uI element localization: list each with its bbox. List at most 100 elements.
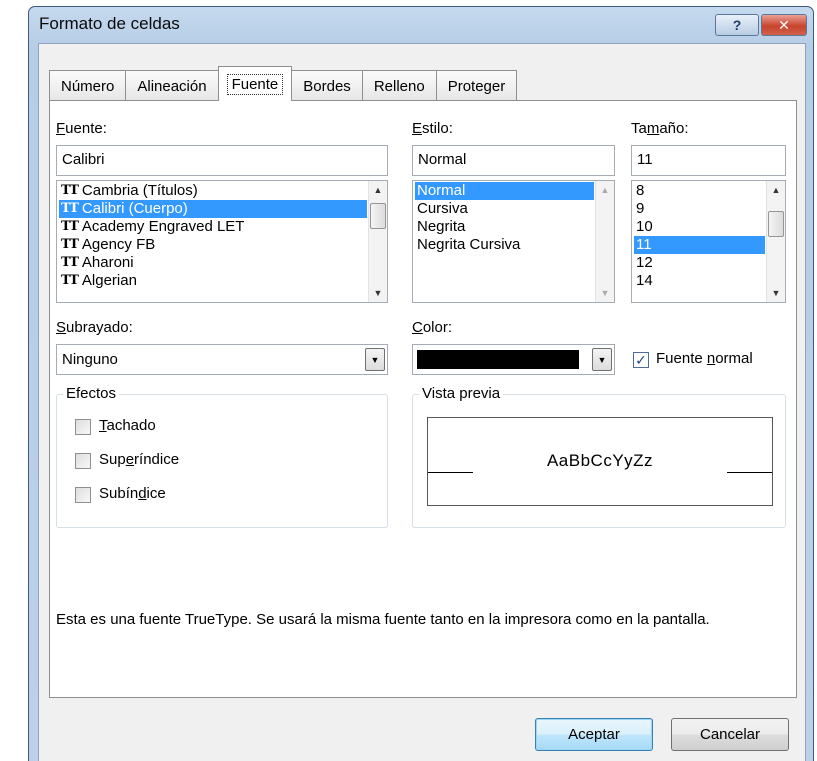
list-item[interactable]: TT Academy Engraved LET: [59, 218, 367, 236]
font-list[interactable]: TT Cambria (Títulos) TT Calibri (Cuerpo) TT A…: [56, 180, 388, 303]
truetype-icon: TT: [61, 201, 79, 216]
subscript-checkbox[interactable]: [75, 487, 91, 503]
scroll-down-icon[interactable]: ▼: [596, 284, 614, 302]
tab-label: Número: [61, 77, 115, 95]
list-item-label: Aharoni: [81, 254, 134, 271]
tab-label: Alineación: [137, 77, 207, 95]
list-item[interactable]: 12: [634, 254, 765, 272]
truetype-icon: TT: [61, 255, 79, 270]
checkmark-icon: ✓: [635, 351, 647, 368]
list-item[interactable]: TT Agency FB: [59, 236, 367, 254]
list-item[interactable]: TT Aharoni: [59, 254, 367, 272]
font-list-scrollbar[interactable]: ▲ ▼: [368, 181, 387, 302]
list-item[interactable]: 14: [634, 272, 765, 290]
style-label: Estilo:: [412, 120, 453, 137]
cancel-button[interactable]: Cancelar: [671, 718, 789, 751]
preview-sample: AaBbCcYyZz: [546, 451, 654, 470]
normal-font-checkbox[interactable]: ✓: [633, 352, 649, 368]
effects-legend: Efectos: [63, 385, 120, 402]
truetype-icon: TT: [61, 219, 79, 234]
style-list-scrollbar[interactable]: ▲ ▼: [595, 181, 614, 302]
dialog-title: Formato de celdas: [39, 14, 180, 33]
superscript-checkbox[interactable]: [75, 453, 91, 469]
underline-value: Ninguno: [62, 351, 118, 368]
list-item-label: 11: [636, 236, 652, 253]
font-list-items: TT Cambria (Títulos) TT Calibri (Cuerpo) TT A…: [59, 182, 367, 290]
chevron-down-icon[interactable]: ▼: [365, 348, 385, 371]
format-cells-dialog: Formato de celdas ? ✕ Número Alineación …: [28, 6, 814, 761]
effects-group: Efectos Tachado Superíndice Subíndice: [56, 385, 388, 528]
underline-select[interactable]: Ninguno ▼: [56, 344, 388, 375]
subscript-label[interactable]: Subíndice: [99, 485, 166, 502]
scroll-up-icon[interactable]: ▲: [596, 181, 614, 199]
list-item-label: Normal: [417, 182, 466, 199]
tab-bordes[interactable]: Bordes: [291, 70, 363, 101]
list-item-label: Calibri (Cuerpo): [81, 200, 188, 217]
tab-proteger[interactable]: Proteger: [435, 70, 518, 101]
title-buttons: ? ✕: [715, 14, 807, 36]
list-item-label: Agency FB: [81, 236, 156, 253]
tab-label: Relleno: [373, 77, 425, 95]
color-swatch: [417, 350, 579, 369]
ok-button[interactable]: Aceptar: [535, 718, 653, 751]
list-item-label: Algerian: [81, 272, 137, 289]
list-item[interactable]: 8: [634, 182, 765, 200]
style-input[interactable]: Normal: [412, 145, 615, 176]
color-select[interactable]: ▼: [412, 344, 615, 375]
scroll-up-icon[interactable]: ▲: [369, 181, 387, 199]
help-icon: ?: [732, 17, 742, 33]
list-item[interactable]: Cursiva: [415, 200, 594, 218]
help-button[interactable]: ?: [715, 14, 759, 36]
tab-relleno[interactable]: Relleno: [361, 70, 437, 101]
size-list-scrollbar[interactable]: ▲ ▼: [766, 181, 785, 302]
title-bar[interactable]: Formato de celdas ? ✕: [29, 7, 813, 43]
baseline-left: [428, 472, 473, 473]
list-item[interactable]: Negrita Cursiva: [415, 236, 594, 254]
list-item[interactable]: 11: [634, 236, 765, 254]
font-info-text: Esta es una fuente TrueType. Se usará la…: [56, 611, 710, 628]
superscript-label[interactable]: Superíndice: [99, 451, 179, 468]
size-list-items: 8 9 10 11 12 14: [634, 182, 765, 290]
list-item-label: 10: [636, 218, 653, 235]
list-item-label: Cambria (Títulos): [81, 182, 198, 199]
dialog-body: Número Alineación Fuente Bordes Relleno …: [38, 43, 806, 761]
tab-numero[interactable]: Número: [49, 70, 127, 101]
list-item[interactable]: TT Cambria (Títulos): [59, 182, 367, 200]
list-item[interactable]: TT Calibri (Cuerpo): [59, 200, 367, 218]
normal-font-label[interactable]: Fuente normal: [656, 350, 753, 367]
style-list-items: Normal Cursiva Negrita Negrita Cursiva: [415, 182, 594, 254]
truetype-icon: TT: [61, 273, 79, 288]
style-list[interactable]: Normal Cursiva Negrita Negrita Cursiva ▲ ▼: [412, 180, 615, 303]
preview-box: AaBbCcYyZz: [427, 417, 773, 506]
scroll-down-icon[interactable]: ▼: [767, 284, 785, 302]
preview-group: Vista previa AaBbCcYyZz: [412, 385, 786, 528]
strikethrough-label[interactable]: Tachado: [99, 417, 156, 434]
close-button[interactable]: ✕: [761, 14, 807, 36]
size-list[interactable]: 8 9 10 11 12 14 ▲ ▼: [631, 180, 786, 303]
font-input[interactable]: Calibri: [56, 145, 388, 176]
scroll-down-icon[interactable]: ▼: [369, 284, 387, 302]
font-tab-panel: Fuente: Calibri TT Cambria (Títulos) TT Cal…: [49, 100, 797, 698]
tab-alineacion[interactable]: Alineación: [125, 70, 219, 101]
scroll-thumb[interactable]: [768, 211, 784, 237]
chevron-down-icon[interactable]: ▼: [592, 348, 612, 371]
font-label: Fuente:: [56, 120, 107, 137]
list-item-label: 14: [636, 272, 653, 289]
truetype-icon: TT: [61, 237, 79, 252]
list-item[interactable]: 9: [634, 200, 765, 218]
list-item[interactable]: Normal: [415, 182, 594, 200]
tab-label: Proteger: [447, 77, 506, 95]
list-item-label: Cursiva: [417, 200, 468, 217]
scroll-thumb[interactable]: [370, 203, 386, 229]
list-item-label: 9: [636, 200, 645, 217]
tab-fuente[interactable]: Fuente: [217, 66, 293, 101]
list-item-label: 12: [636, 254, 653, 271]
list-item[interactable]: TT Algerian: [59, 272, 367, 290]
list-item[interactable]: Negrita: [415, 218, 594, 236]
tab-label: Fuente: [226, 73, 284, 95]
underline-label: Subrayado:: [56, 319, 133, 336]
list-item[interactable]: 10: [634, 218, 765, 236]
list-item-label: Negrita: [417, 218, 466, 235]
strikethrough-checkbox[interactable]: [75, 419, 91, 435]
size-input[interactable]: 11: [631, 145, 786, 176]
